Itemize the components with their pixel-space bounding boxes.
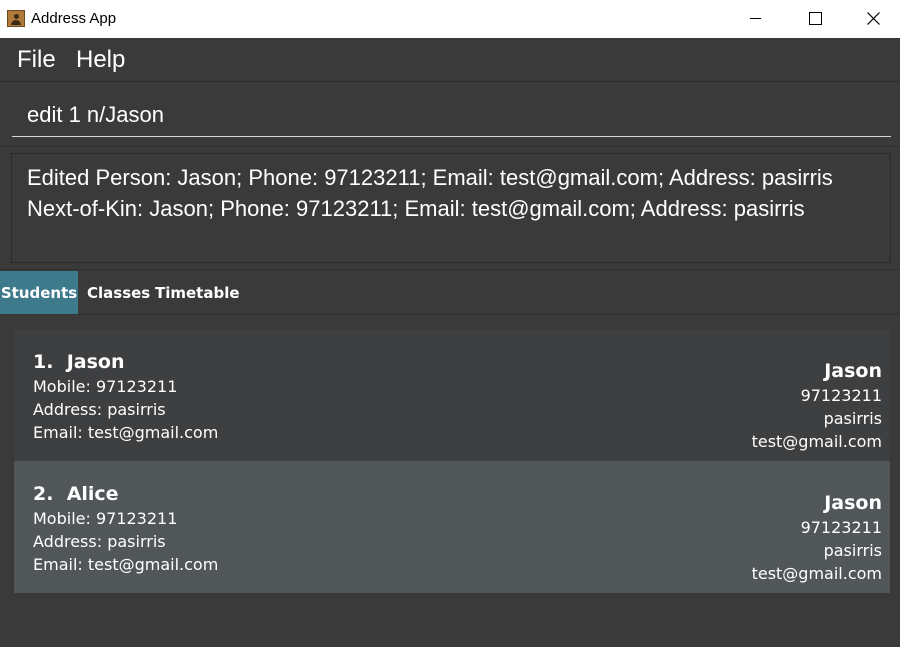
result-line: Next-of-Kin: Jason; Phone: 97123211; Ema… [27,196,805,221]
person-email: Email: test@gmail.com [33,423,219,442]
person-card-selected[interactable]: 2. Alice Mobile: 97123211 Address: pasir… [14,461,890,593]
tab-classes[interactable]: Classes [87,271,150,314]
maximize-button[interactable] [786,0,844,38]
menu-help[interactable]: Help [76,46,125,74]
kin-address: pasirris [823,409,882,428]
divider [0,146,900,147]
address-book-icon [7,10,25,27]
kin-phone: 97123211 [800,386,882,405]
result-line: Edited Person: Jason; Phone: 97123211; E… [27,165,833,190]
person-card[interactable]: 1. Jason Mobile: 97123211 Address: pasir… [14,329,890,461]
person-name: 1. Jason [33,351,124,373]
person-name-text: Jason [66,351,125,373]
person-email: Email: test@gmail.com [33,555,219,574]
kin-email: test@gmail.com [751,432,882,451]
divider [0,269,900,270]
window-title: Address App [31,10,117,27]
tab-students[interactable]: Students [0,271,78,314]
command-box [12,92,891,137]
kin-address: pasirris [823,541,882,560]
person-address: Address: pasirris [33,400,166,419]
person-name: 2. Alice [33,483,119,505]
result-display[interactable]: Edited Person: Jason; Phone: 97123211; E… [11,153,891,263]
person-index: 1. [33,351,54,373]
person-list[interactable]: 1. Jason Mobile: 97123211 Address: pasir… [0,317,900,647]
menu-file[interactable]: File [17,46,56,74]
person-mobile: Mobile: 97123211 [33,509,178,528]
person-address: Address: pasirris [33,532,166,551]
close-button[interactable] [844,0,900,38]
close-icon [867,12,880,25]
tab-bar: Students Classes Timetable [0,271,900,315]
kin-phone: 97123211 [800,518,882,537]
kin-name: Jason [824,360,882,382]
person-index: 2. [33,483,54,505]
kin-email: test@gmail.com [751,564,882,583]
menu-bar: File Help [0,38,900,82]
person-name-text: Alice [66,483,119,505]
person-mobile: Mobile: 97123211 [33,377,178,396]
title-bar: Address App [0,0,900,38]
kin-name: Jason [824,492,882,514]
minimize-button[interactable] [727,0,785,38]
command-input[interactable] [12,92,891,136]
tab-timetable[interactable]: Timetable [155,271,240,314]
